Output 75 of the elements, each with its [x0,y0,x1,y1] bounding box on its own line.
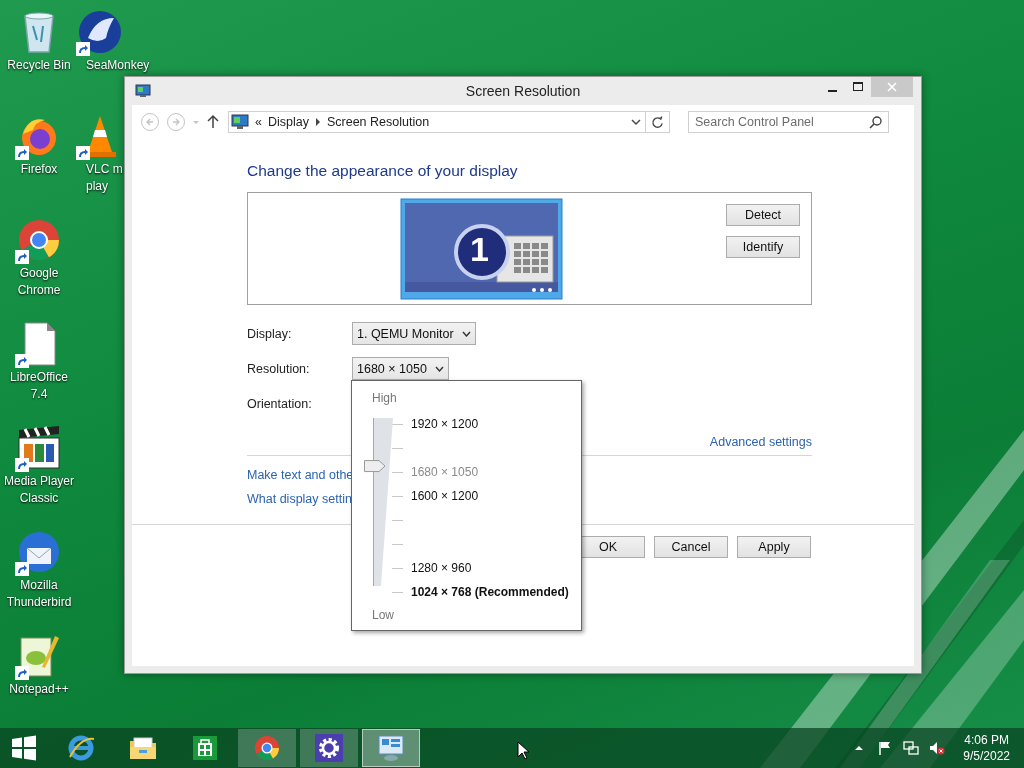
tick-mark [392,519,403,521]
overflow-mark[interactable]: « [255,115,262,129]
taskbar-button[interactable] [300,729,358,767]
caret-icon [434,365,444,372]
maximize-icon [853,82,863,92]
dialog-button[interactable]: Apply [737,536,811,558]
address-bar[interactable]: « Display Screen Resolution [228,111,646,133]
icon-label[interactable]: play [76,179,108,194]
tick-mark [392,495,403,497]
tick-mark [392,543,403,545]
icon-label[interactable]: Recycle Bin [7,58,71,73]
dropdown-field[interactable]: 1680 × 1050 [352,357,449,380]
tick-mark [392,591,403,593]
icon-label[interactable]: Media Player [4,474,74,489]
slider-thumb[interactable] [364,460,386,473]
resolution-option[interactable]: 1024 × 768 (Recommended) [411,585,569,599]
browser-icon [66,733,96,763]
breadcrumb-arrow-icon [314,118,321,126]
dialog-button[interactable]: Cancel [654,536,728,558]
clock-time[interactable]: 4:06 PM [964,732,1009,748]
preview-action-button[interactable]: Identify [726,236,800,258]
monitor-number: 1 [470,229,489,269]
field-label: Resolution: [247,361,311,376]
resolution-option[interactable]: 1280 × 960 [411,561,472,575]
caret-icon [461,330,471,337]
refresh-button[interactable] [646,111,670,133]
settings-icon [314,733,344,763]
help-link[interactable]: What display settin [247,492,352,506]
tick-mark [392,471,403,473]
field-label: Orientation: [247,396,313,411]
icon-label[interactable]: Firefox [20,162,58,177]
breadcrumb-item[interactable]: Screen Resolution [326,115,430,129]
minimize-icon [827,89,837,92]
clock-date[interactable]: 9/5/2022 [963,748,1010,764]
advanced-settings-link[interactable]: Advanced settings [709,435,812,449]
bird-globe-icon [76,8,124,56]
shopping-bag-icon [190,733,220,763]
breadcrumb-item[interactable]: Display [267,115,309,129]
slider-end-label: High [372,391,398,407]
refresh-icon [651,115,664,129]
icon-label[interactable]: SeaMonkey [76,58,150,73]
network-icon [903,740,920,756]
search-icon[interactable] [869,115,883,129]
icon-label[interactable]: Chrome [17,283,61,298]
page-heading: Change the appearance of your display [247,162,519,180]
icon-label[interactable]: 7.4 [30,387,48,402]
tick-mark [392,447,403,449]
monitor-preview-drawing[interactable] [400,198,563,300]
slider-end-label: Low [372,608,395,622]
mouse-pointer-icon [517,741,530,760]
monitor-icon [231,114,249,130]
icon-label[interactable]: VLC m [76,162,123,177]
dropdown-caret-icon[interactable] [631,118,641,126]
resolution-option[interactable]: 1920 × 1200 [411,417,479,431]
clapperboard-icon [15,424,63,472]
resolution-option[interactable]: 1600 × 1200 [411,489,479,503]
windows-logo-icon [9,733,39,763]
search-field[interactable]: Search Control Panel [688,111,889,133]
field-label: Display: [247,326,293,341]
monitor-icon [135,84,151,98]
tick-mark [392,423,403,425]
icon-label[interactable]: Thunderbird [6,595,72,610]
dropdown-field[interactable]: 1. QEMU Monitor [352,322,476,345]
window-title: Screen Resolution [464,83,582,99]
icon-label[interactable]: Classic [19,491,59,506]
control-panel-icon [376,733,406,763]
close-icon [887,82,897,92]
resolution-option[interactable]: 1680 × 1050 [411,465,479,479]
icon-label[interactable]: Mozilla [20,578,58,593]
preview-action-button[interactable]: Detect [726,204,800,226]
tick-mark [392,567,403,569]
tricolor-circle-icon [252,733,282,763]
icon-label[interactable]: Google [19,266,59,281]
icon-label[interactable]: Notepad++ [9,682,69,697]
icon-label[interactable]: LibreOffice [10,370,68,385]
